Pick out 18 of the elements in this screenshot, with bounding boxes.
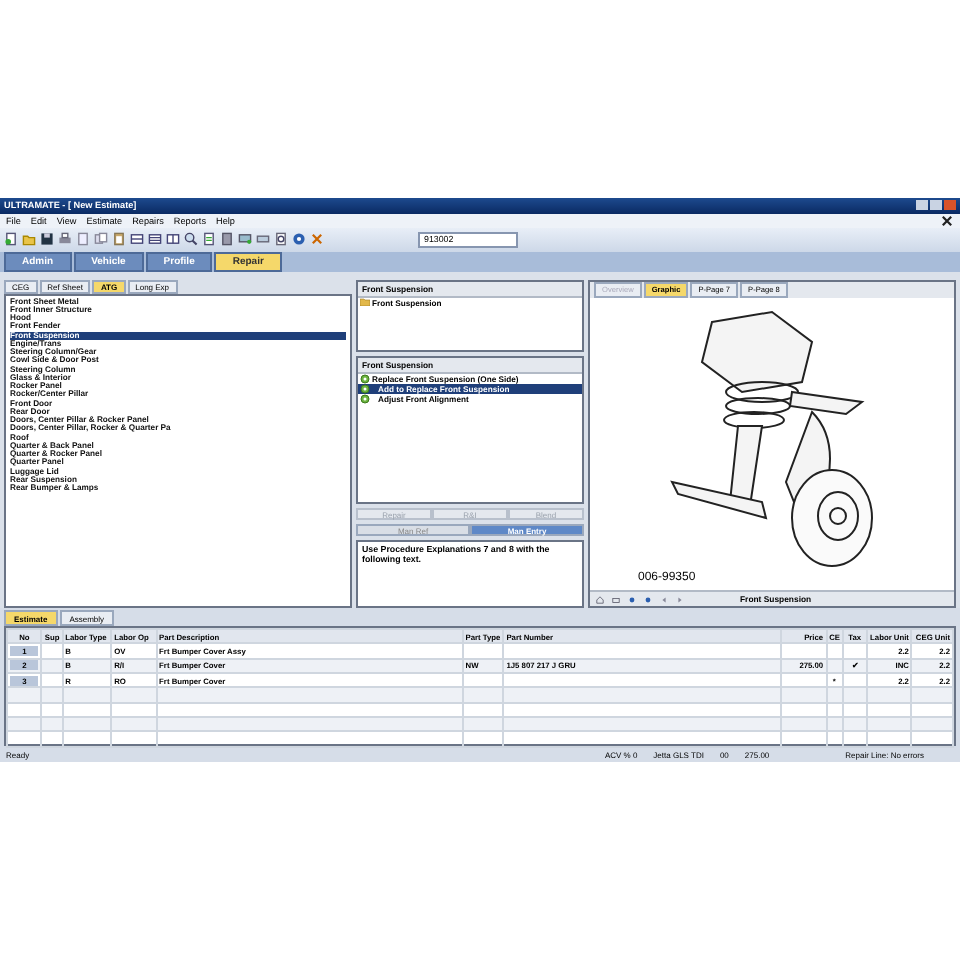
grid-icon[interactable] [130,232,144,247]
copy-icon[interactable] [94,232,108,247]
grid-icon[interactable] [166,232,180,247]
home-icon[interactable] [596,595,604,604]
page-icon[interactable] [274,232,288,247]
dot-icon[interactable] [644,595,652,604]
grid-icon[interactable] [148,232,162,247]
save-icon[interactable] [40,232,54,247]
monitor-icon[interactable] [238,232,252,247]
clipboard-icon[interactable] [112,232,126,247]
close-icon[interactable] [940,213,954,228]
document-icon[interactable] [202,232,216,247]
magnifier-icon[interactable] [184,232,198,247]
minimize-button[interactable] [916,200,928,211]
bar-icon[interactable] [256,232,270,247]
dot-icon[interactable] [628,595,636,604]
maximize-button[interactable] [930,200,942,211]
document-icon[interactable] [4,232,18,247]
